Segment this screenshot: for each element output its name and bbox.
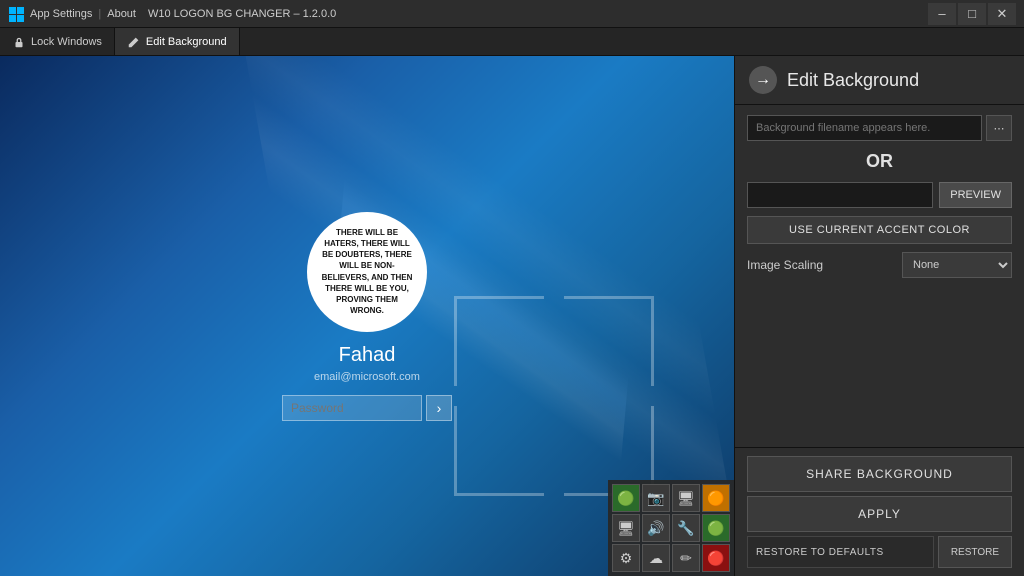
restore-button[interactable]: RESTORE (938, 536, 1012, 568)
edit-bg-icon: → (749, 66, 777, 94)
scaling-label: Image Scaling (747, 258, 823, 272)
restore-row: RESTORE TO DEFAULTS RESTORE (747, 536, 1012, 568)
window-controls: – □ ✕ (928, 3, 1016, 25)
spacer (747, 286, 1012, 437)
maximize-button[interactable]: □ (958, 3, 986, 25)
panel-title: Edit Background (787, 70, 919, 91)
taskbar-row-1: 🟢 📷 🖥 🟠 (612, 484, 730, 512)
scaling-row: Image Scaling None Fill Fit Stretch Cent… (747, 252, 1012, 278)
password-row: › (282, 395, 452, 421)
password-input[interactable] (282, 395, 422, 421)
taskbar-icon-4[interactable]: 🟠 (702, 484, 730, 512)
color-row: PREVIEW (747, 182, 1012, 208)
avatar: THERE WILL BE HATERS, THERE WILL BE DOUB… (307, 212, 427, 332)
taskbar-icon-3[interactable]: 🖥 (672, 484, 700, 512)
title-bar: App Settings | About W10 LOGON BG CHANGE… (0, 0, 1024, 28)
close-button[interactable]: ✕ (988, 3, 1016, 25)
filename-input[interactable] (747, 115, 982, 141)
main-layout: THERE WILL BE HATERS, THERE WILL BE DOUB… (0, 56, 1024, 576)
about-link[interactable]: About (107, 8, 136, 20)
taskbar-icon-12[interactable]: 🔴 (702, 544, 730, 572)
taskbar-overlay: 🟢 📷 🖥 🟠 🖥 🔊 🔧 🟢 ⚙ ☁ ✏ 🔴 (608, 480, 734, 576)
share-background-button[interactable]: SHARE BACKGROUND (747, 456, 1012, 492)
taskbar-icon-5[interactable]: 🖥 (612, 514, 640, 542)
taskbar-row-2: 🖥 🔊 🔧 🟢 (612, 514, 730, 542)
login-background: THERE WILL BE HATERS, THERE WILL BE DOUB… (0, 56, 734, 576)
user-name: Fahad (339, 344, 396, 367)
tab-lock-windows[interactable]: Lock Windows (0, 28, 115, 55)
app-settings-link[interactable]: App Settings (30, 8, 92, 20)
tab-bar: Lock Windows Edit Background (0, 28, 1024, 56)
taskbar-row-3: ⚙ ☁ ✏ 🔴 (612, 544, 730, 572)
avatar-text: THERE WILL BE HATERS, THERE WILL BE DOUB… (307, 215, 427, 329)
edit-icon (127, 35, 141, 49)
user-email: email@microsoft.com (314, 371, 420, 383)
tab-edit-background[interactable]: Edit Background (115, 28, 240, 55)
tab-edit-label: Edit Background (146, 36, 227, 48)
preview-button[interactable]: PREVIEW (939, 182, 1012, 208)
lock-icon (12, 35, 26, 49)
window-title: W10 LOGON BG CHANGER – 1.2.0.0 (148, 8, 928, 20)
taskbar-icon-6[interactable]: 🔊 (642, 514, 670, 542)
taskbar-icon-1[interactable]: 🟢 (612, 484, 640, 512)
or-divider: OR (747, 151, 1012, 172)
browse-button[interactable]: ⋯ (986, 115, 1012, 141)
panel-header: → Edit Background (735, 56, 1024, 105)
taskbar-icon-7[interactable]: 🔧 (672, 514, 700, 542)
submit-password-button[interactable]: › (426, 395, 452, 421)
accent-color-button[interactable]: USE CURRENT ACCENT COLOR (747, 216, 1012, 244)
preview-pane: THERE WILL BE HATERS, THERE WILL BE DOUB… (0, 56, 734, 576)
taskbar-icon-2[interactable]: 📷 (642, 484, 670, 512)
color-input[interactable] (747, 182, 933, 208)
taskbar-icon-11[interactable]: ✏ (672, 544, 700, 572)
taskbar-icon-9[interactable]: ⚙ (612, 544, 640, 572)
taskbar-icon-10[interactable]: ☁ (642, 544, 670, 572)
right-panel: → Edit Background ⋯ OR PREVIEW USE CURRE… (734, 56, 1024, 576)
panel-body: ⋯ OR PREVIEW USE CURRENT ACCENT COLOR Im… (735, 105, 1024, 447)
bottom-buttons: SHARE BACKGROUND APPLY RESTORE TO DEFAUL… (735, 447, 1024, 576)
minimize-button[interactable]: – (928, 3, 956, 25)
app-icon (8, 6, 24, 22)
filename-row: ⋯ (747, 115, 1012, 141)
windows-logo-decoration (454, 296, 654, 496)
apply-button[interactable]: APPLY (747, 496, 1012, 532)
taskbar-icon-8[interactable]: 🟢 (702, 514, 730, 542)
tab-lock-label: Lock Windows (31, 36, 102, 48)
scaling-select[interactable]: None Fill Fit Stretch Center Span (902, 252, 1012, 278)
restore-defaults-label[interactable]: RESTORE TO DEFAULTS (747, 536, 934, 568)
